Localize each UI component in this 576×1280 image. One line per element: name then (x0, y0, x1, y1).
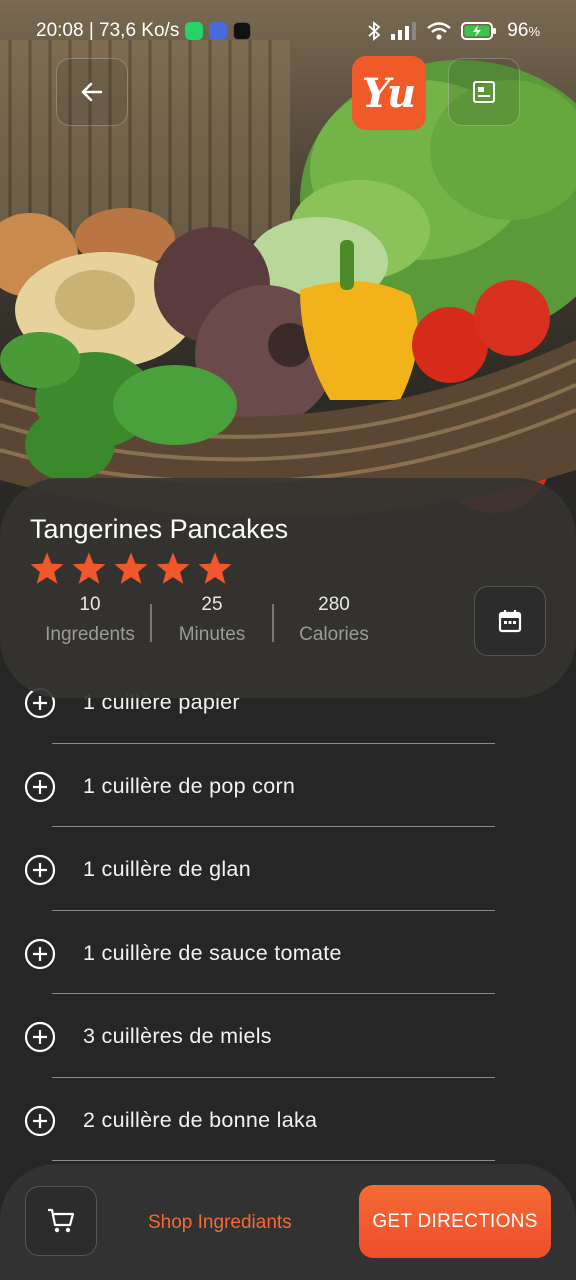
app-icon (209, 22, 228, 40)
star-icon (30, 552, 64, 584)
back-button[interactable] (56, 58, 128, 126)
calendar-button[interactable] (474, 586, 546, 656)
star-icon (114, 552, 148, 584)
ingredient-name: 3 cuillères de miels (83, 1024, 272, 1048)
stat-value: 280 (318, 594, 350, 615)
star-icon (198, 552, 232, 584)
arrow-left-icon (81, 82, 103, 102)
status-bar: 20:08 | 73,6 Ko/s 96% (0, 0, 576, 62)
stat-label: Ingredents (45, 624, 135, 645)
tiktok-icon (233, 22, 252, 40)
calendar-icon (498, 610, 522, 633)
ingredient-list: 1 cuillère papier 1 cuillère de pop corn… (0, 660, 576, 1161)
add-circle-icon[interactable] (24, 1021, 56, 1053)
bottom-action-bar: Shop Ingrediants GET DIRECTIONS (0, 1164, 576, 1280)
star-icon (72, 552, 106, 584)
stat-value: 25 (201, 594, 223, 615)
battery-icon (461, 22, 497, 40)
stat-ingredients: 10 Ingredents (30, 594, 150, 646)
stat-calories: 280 Calories (274, 594, 394, 646)
stat-label: Minutes (178, 624, 246, 645)
recipe-info-card: Tangerines Pancakes 10 Ingredents 25 Min… (0, 478, 576, 698)
recipe-stats: 10 Ingredents 25 Minutes 280 Calories (30, 594, 394, 646)
shop-ingredients-link[interactable]: Shop Ingrediants (148, 1212, 292, 1234)
image-icon (473, 81, 495, 103)
wifi-icon (427, 22, 452, 40)
recipe-title: Tangerines Pancakes (30, 514, 289, 544)
gallery-button[interactable] (448, 58, 520, 126)
rating-stars (28, 550, 234, 588)
add-circle-icon[interactable] (24, 1105, 56, 1137)
add-circle-icon[interactable] (24, 771, 56, 803)
ingredient-name: 1 cuillère de sauce tomate (83, 940, 342, 965)
ingredient-name: 2 cuillère de bonne laka (83, 1107, 318, 1132)
ingredient-row[interactable]: 2 cuillère de bonne laka (0, 1078, 576, 1161)
get-directions-button[interactable]: GET DIRECTIONS (359, 1185, 551, 1258)
add-circle-icon[interactable] (24, 854, 56, 886)
status-time: 20:08 | 73,6 Ko/s (36, 20, 180, 41)
ingredient-name: 1 cuillère de pop corn (83, 773, 296, 798)
stat-minutes: 25 Minutes (152, 594, 272, 646)
whatsapp-icon (185, 22, 204, 40)
ingredient-row[interactable]: 1 cuillère de sauce tomate (0, 911, 576, 994)
add-circle-icon[interactable] (24, 938, 56, 970)
app-logo: Yu (352, 56, 426, 130)
battery-level: 96% (507, 20, 540, 41)
divider (52, 1160, 495, 1161)
cart-button[interactable] (25, 1186, 97, 1256)
stat-label: Calories (299, 624, 369, 645)
cart-icon (48, 1208, 75, 1233)
star-icon (156, 552, 190, 584)
ingredient-name: 1 cuillère de glan (83, 857, 251, 881)
bluetooth-icon (368, 21, 381, 41)
ingredient-row[interactable]: 3 cuillères de miels (0, 994, 576, 1078)
signal-icon (391, 22, 417, 40)
ingredient-row[interactable]: 1 cuillère de glan (0, 827, 576, 911)
ingredient-row[interactable]: 1 cuillère de pop corn (0, 744, 576, 827)
stat-value: 10 (79, 594, 101, 615)
